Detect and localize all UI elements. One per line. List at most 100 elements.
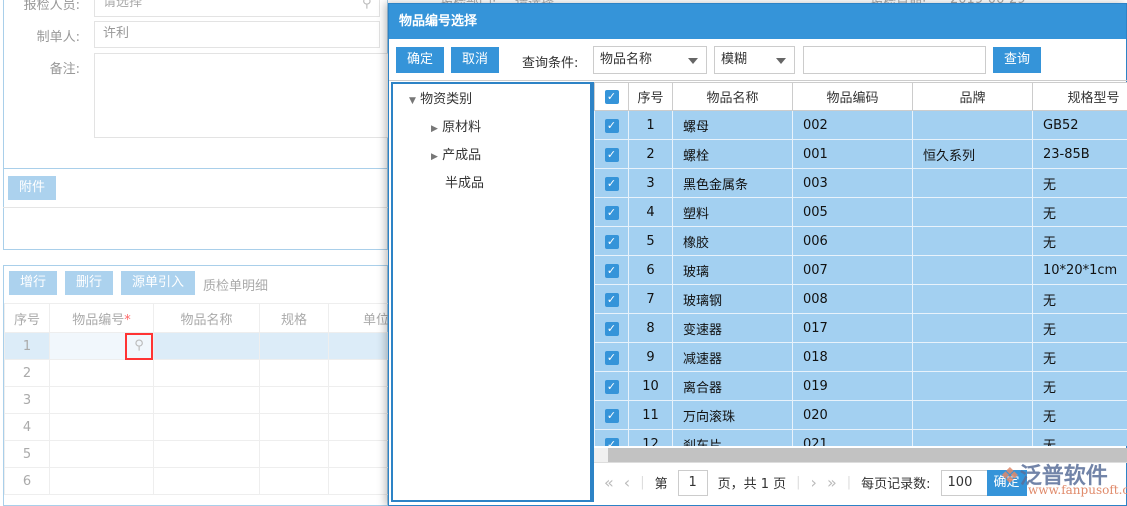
import-source-button[interactable]: 源单引入 — [121, 271, 195, 295]
item-row[interactable]: ✓ 1 螺母 002 GB52 — [594, 110, 1127, 140]
cell: 019 — [792, 371, 913, 401]
remark-textarea[interactable] — [94, 53, 394, 138]
query-input[interactable] — [803, 46, 986, 74]
cell: 018 — [792, 342, 913, 372]
row-checkbox[interactable]: ✓ — [594, 313, 629, 343]
maker-input[interactable]: 许利 — [94, 21, 380, 48]
cancel-button[interactable]: 取消 — [451, 47, 499, 73]
table-row[interactable]: 4 — [4, 413, 424, 441]
confirm-button[interactable]: 确定 — [396, 47, 444, 73]
page-input[interactable]: 1 — [677, 469, 708, 496]
col-header[interactable]: 物品编码 — [792, 82, 913, 111]
table-row[interactable]: 1 ⚲ — [4, 332, 424, 360]
cell: 9 — [628, 342, 673, 372]
first-page-icon[interactable]: « — [604, 473, 614, 492]
cell: 玻璃 — [672, 255, 793, 285]
table-row[interactable]: 6 — [4, 467, 424, 495]
row-checkbox[interactable]: ✓ — [594, 284, 629, 314]
watermark-url: www.fanpusoft.com — [1028, 483, 1127, 497]
item-row[interactable]: ✓ 2 螺栓 001 恒久系列 23-85B — [594, 139, 1127, 169]
row-checkbox[interactable]: ✓ — [594, 400, 629, 430]
col-header[interactable]: 序号 — [628, 82, 673, 111]
cell: 020 — [792, 400, 913, 430]
item-row[interactable]: ✓ 12 刹车片 021 无 — [594, 429, 1127, 446]
search-icon[interactable]: ⚲ — [362, 0, 372, 11]
delete-row-button[interactable]: 删行 — [65, 271, 113, 295]
cell — [912, 313, 1033, 343]
chevron-down-icon — [688, 58, 698, 64]
divider — [3, 168, 388, 169]
item-row[interactable]: ✓ 8 变速器 017 无 — [594, 313, 1127, 343]
last-page-icon[interactable]: » — [827, 473, 837, 492]
item-select-dialog: 物品编号选择 确定 取消 查询条件: 物品名称 模糊 查询 ▼ 物资类别 ▶ 原… — [388, 3, 1127, 506]
item-row[interactable]: ✓ 10 离合器 019 无 — [594, 371, 1127, 401]
item-row[interactable]: ✓ 4 塑料 005 无 — [594, 197, 1127, 227]
table-row[interactable]: 3 — [4, 386, 424, 414]
col-header[interactable]: 品牌 — [912, 82, 1033, 111]
col-header[interactable]: 规格型号 — [1032, 82, 1127, 111]
cell: 无 — [1032, 313, 1127, 343]
caret-right-icon: ▶ — [431, 152, 438, 162]
row-checkbox[interactable]: ✓ — [594, 255, 629, 285]
cell: 10 — [628, 371, 673, 401]
caret-right-icon: ▶ — [431, 124, 438, 134]
cell: 6 — [628, 255, 673, 285]
cell: 2 — [628, 139, 673, 169]
item-row[interactable]: ✓ 11 万向滚珠 020 无 — [594, 400, 1127, 430]
item-row[interactable]: ✓ 3 黑色金属条 003 无 — [594, 168, 1127, 198]
search-icon[interactable]: ⚲ — [125, 333, 153, 360]
query-button[interactable]: 查询 — [993, 47, 1041, 73]
row-checkbox[interactable]: ✓ — [594, 226, 629, 256]
cell: 无 — [1032, 342, 1127, 372]
per-page-label: 每页记录数: — [861, 477, 931, 492]
row-checkbox[interactable]: ✓ — [594, 197, 629, 227]
add-row-button[interactable]: 增行 — [9, 271, 57, 295]
cell: 无 — [1032, 197, 1127, 227]
item-row[interactable]: ✓ 5 橡胶 006 无 — [594, 226, 1127, 256]
tree-node-root[interactable]: ▼ 物资类别 — [393, 86, 590, 114]
col-header: 物品编号* — [49, 303, 154, 333]
inspector-input[interactable]: 请选择 — [94, 0, 380, 17]
col-header: 规格 — [259, 303, 329, 333]
item-row[interactable]: ✓ 6 玻璃 007 10*20*1cm — [594, 255, 1127, 285]
cell: 无 — [1032, 371, 1127, 401]
tree-node[interactable]: ▶ 原材料 — [393, 114, 590, 142]
item-row[interactable]: ✓ 9 减速器 018 无 — [594, 342, 1127, 372]
cell — [912, 284, 1033, 314]
dialog-title: 物品编号选择 — [389, 4, 1126, 39]
col-header: 序号 — [4, 303, 50, 333]
query-field-select[interactable]: 物品名称 — [593, 46, 707, 74]
table-row[interactable]: 5 — [4, 440, 424, 468]
remark-label: 备注: — [49, 62, 80, 77]
cell: 008 — [792, 284, 913, 314]
item-row[interactable]: ✓ 7 玻璃钢 008 无 — [594, 284, 1127, 314]
prev-page-icon[interactable]: ‹ — [624, 473, 630, 492]
cell: 螺母 — [672, 110, 793, 140]
inspector-label: 报检人员: — [23, 0, 80, 13]
detail-table: 序号 物品编号* 物品名称 规格 单位 1 ⚲ 2 3 4 5 6 — [4, 303, 424, 495]
attachment-button[interactable]: 附件 — [8, 176, 56, 200]
tree-node[interactable]: 半成品 — [393, 170, 590, 198]
cell: 017 — [792, 313, 913, 343]
cell — [912, 226, 1033, 256]
col-header[interactable]: 物品名称 — [672, 82, 793, 111]
cell: GB52 — [1032, 110, 1127, 140]
next-page-icon[interactable]: › — [811, 473, 817, 492]
row-checkbox[interactable]: ✓ — [594, 429, 629, 446]
tree-node[interactable]: ▶ 产成品 — [393, 142, 590, 170]
row-checkbox[interactable]: ✓ — [594, 342, 629, 372]
row-checkbox[interactable]: ✓ — [594, 110, 629, 140]
row-checkbox[interactable]: ✓ — [594, 168, 629, 198]
chevron-down-icon — [776, 58, 786, 64]
row-checkbox[interactable]: ✓ — [594, 139, 629, 169]
cell: 11 — [628, 400, 673, 430]
cell — [912, 110, 1033, 140]
select-all-checkbox[interactable]: ✓ — [594, 82, 629, 111]
query-mode-select[interactable]: 模糊 — [714, 46, 795, 74]
item-grid: ✓ 序号 物品名称 物品编码 品牌 规格型号 ✓ 1 螺母 002 GB52 ✓ 2 螺栓 00… — [592, 82, 1127, 502]
cell: 006 — [792, 226, 913, 256]
page-prefix: 第 — [654, 477, 668, 492]
cell: 005 — [792, 197, 913, 227]
table-row[interactable]: 2 — [4, 359, 424, 387]
row-checkbox[interactable]: ✓ — [594, 371, 629, 401]
